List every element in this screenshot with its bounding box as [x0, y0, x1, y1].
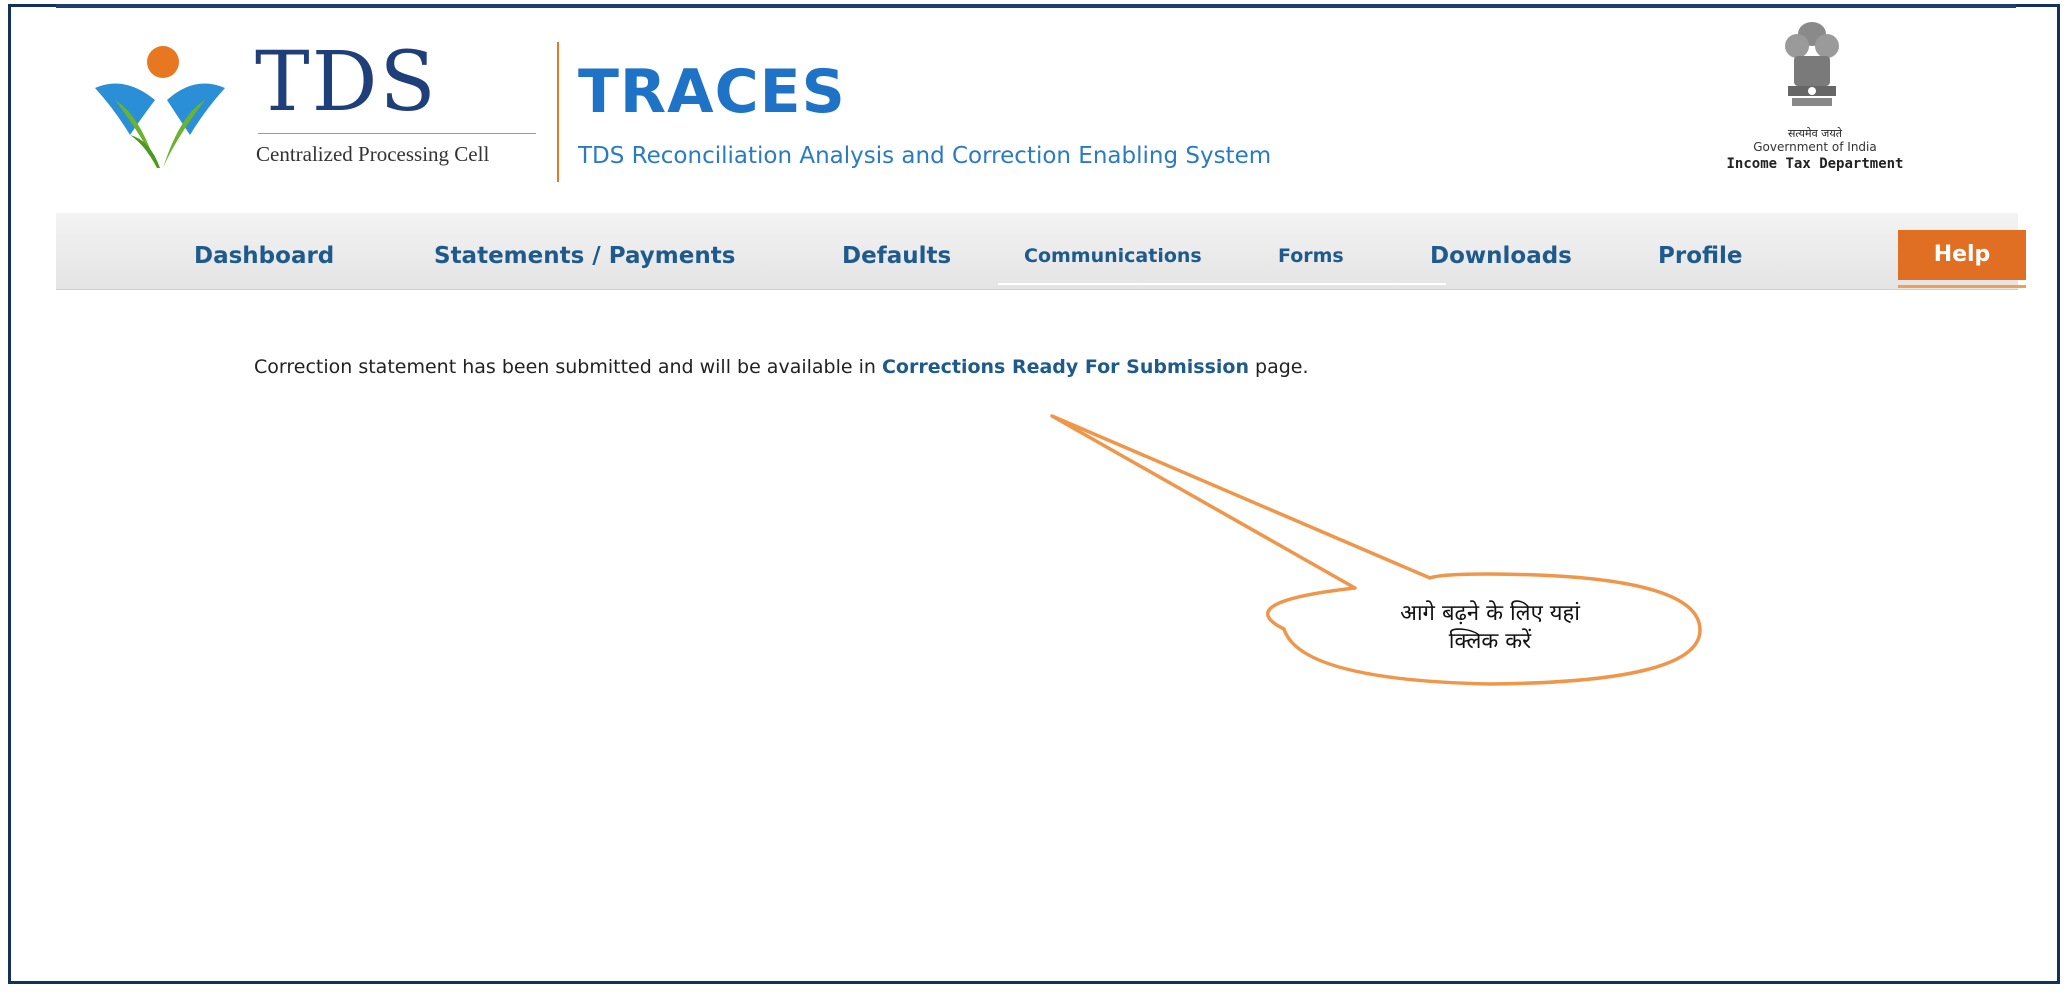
nav-forms[interactable]: Forms	[1278, 245, 1344, 267]
logo-subtitle: Centralized Processing Cell	[256, 142, 490, 166]
tds-logo-text: TDS	[255, 35, 438, 130]
nav-profile[interactable]: Profile	[1658, 243, 1743, 269]
app-fullname: TDS Reconciliation Analysis and Correcti…	[578, 143, 1272, 169]
nav-downloads[interactable]: Downloads	[1430, 243, 1572, 269]
app-name: TRACES	[578, 57, 846, 127]
nav-active-underline	[998, 283, 1446, 285]
confirmation-message: Correction statement has been submitted …	[254, 356, 1309, 378]
department-name: Income Tax Department	[1726, 156, 1904, 172]
gov-name: Government of India	[1753, 140, 1877, 154]
corrections-ready-link[interactable]: Corrections Ready For Submission	[882, 356, 1249, 378]
message-text-before: Correction statement has been submitted …	[254, 356, 882, 378]
nav-communications[interactable]: Communications	[1024, 245, 1202, 267]
callout-line-1: आगे बढ़ने के लिए यहां	[1400, 601, 1580, 626]
national-emblem-icon	[1785, 22, 1839, 106]
logo-divider	[258, 133, 536, 134]
main-nav: Dashboard Statements / Payments Defaults…	[56, 213, 2026, 290]
nav-defaults[interactable]: Defaults	[842, 243, 951, 269]
callout-line-2: क्लिक करें	[1448, 629, 1532, 654]
help-button[interactable]: Help	[1898, 230, 2026, 280]
nav-dashboard[interactable]: Dashboard	[194, 243, 334, 269]
help-underline	[1898, 285, 2026, 288]
message-text-after: page.	[1248, 356, 1309, 378]
header-divider	[557, 42, 559, 182]
top-border-line	[56, 4, 2016, 8]
callout-text: आगे बढ़ने के लिए यहां क्लिक करें	[1320, 600, 1660, 656]
gov-motto: सत्यमेव जयते	[1787, 127, 1842, 140]
tds-logo-icon	[95, 46, 225, 168]
nav-statements-payments[interactable]: Statements / Payments	[434, 243, 735, 269]
